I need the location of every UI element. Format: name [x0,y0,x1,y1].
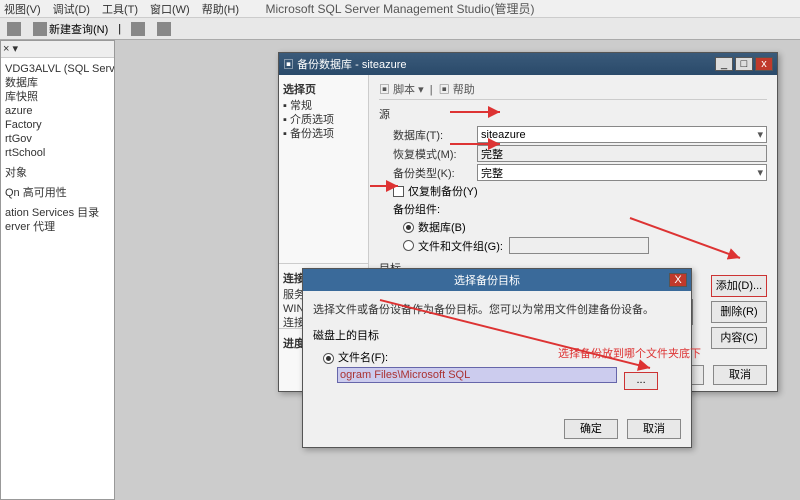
component-db-label: 数据库(B) [418,219,466,235]
tree-item[interactable]: 对象 [5,166,110,180]
file-radio[interactable] [323,353,334,364]
select-desc: 选择文件或备份设备作为备份目标。您可以为常用文件创建备份设备。 [313,301,681,317]
fg-field [509,237,649,254]
page-general[interactable]: ▪ 常规 [283,99,364,113]
tree-item[interactable]: erver 代理 [5,220,110,234]
newquery-icon [33,22,47,36]
recovery-label: 恢复模式(M): [393,146,477,162]
db-icon: ▣ [283,59,294,71]
tree-item[interactable]: 库快照 [5,90,110,104]
source-label: 源 [379,106,767,122]
ok-button[interactable]: 确定 [564,419,618,439]
toolbar-icon[interactable] [4,21,26,37]
tree-item[interactable]: rtGov [5,132,110,146]
copyonly-checkbox[interactable] [393,186,404,197]
menu-debug[interactable]: 调试(D) [53,1,90,17]
menu-help[interactable]: 帮助(H) [202,1,239,17]
backup-title: 备份数据库 - siteazure [297,59,406,71]
toolbar: 新建查询(N) | [0,18,800,40]
maximize-button[interactable]: □ [735,57,753,71]
help-button[interactable]: ▣ 帮助 [439,84,475,96]
server-node[interactable]: VDG3ALVL (SQL Server 12.0. [5,62,110,76]
tree-item[interactable]: azure [5,104,110,118]
recovery-field: 完整 [477,145,767,162]
component-fg-label: 文件和文件组(G): [418,238,503,254]
cancel-button[interactable]: 取消 [627,419,681,439]
minimize-button[interactable]: _ [715,57,733,71]
tree-item[interactable]: 数据库 [5,76,110,90]
type-label: 备份类型(K): [393,165,477,181]
toolbar-icon[interactable] [154,21,176,37]
database-combo[interactable]: siteazure [477,126,767,143]
save-icon [157,22,171,36]
menu-view[interactable]: 视图(V) [4,1,41,17]
toolbar-icon[interactable] [128,21,150,37]
file-label: 文件名(F): [338,352,388,364]
type-combo[interactable]: 完整 [477,164,767,181]
close-button[interactable]: x [755,57,773,71]
new-query-button[interactable]: 新建查询(N) [30,20,111,38]
component-label: 备份组件: [393,201,440,217]
component-fg-radio[interactable] [403,240,414,251]
select-titlebar[interactable]: 选择备份目标 X [303,269,691,291]
component-db-radio[interactable] [403,222,414,233]
tree-item[interactable]: Factory [5,118,110,132]
annotation-text: 选择备份放到哪个文件夹底下 [558,345,701,361]
page-media[interactable]: ▪ 介质选项 [283,113,364,127]
database-label: 数据库(T): [393,127,477,143]
db-icon [7,22,21,36]
object-explorer: × ▾ VDG3ALVL (SQL Server 12.0. 数据库 库快照 a… [0,40,115,500]
menubar: 视图(V) 调试(D) 工具(T) 窗口(W) 帮助(H) [0,0,800,18]
browse-button[interactable]: ... [624,372,658,390]
contents-button[interactable]: 内容(C) [711,327,767,349]
menu-tools[interactable]: 工具(T) [102,1,138,17]
remove-button[interactable]: 删除(R) [711,301,767,323]
file-path-input[interactable]: ogram Files\Microsoft SQL Server\MSSQL12… [337,367,617,383]
page-options[interactable]: ▪ 备份选项 [283,127,364,141]
close-button[interactable]: X [669,273,687,287]
newquery-label: 新建查询(N) [49,21,108,37]
open-icon [131,22,145,36]
explorer-header: × ▾ [1,41,114,58]
tree-item[interactable]: ation Services 目录 [5,206,110,220]
tree-item[interactable]: rtSchool [5,146,110,160]
script-bar: ▣ 脚本 ▾ | ▣ 帮助 [379,81,767,100]
copyonly-label: 仅复制备份(Y) [408,183,478,199]
backup-titlebar[interactable]: ▣ 备份数据库 - siteazure _ □ x [279,53,777,75]
tree-item[interactable]: Qn 高可用性 [5,186,110,200]
pages-header: 选择页 [283,83,364,97]
toolbar-sep: | [115,22,124,36]
add-button[interactable]: 添加(D)... [711,275,767,297]
menu-window[interactable]: 窗口(W) [150,1,190,17]
disk-dest-label: 磁盘上的目标 [313,327,681,343]
select-title: 选择备份目标 [307,272,667,288]
cancel-button[interactable]: 取消 [713,365,767,385]
script-button[interactable]: ▣ 脚本 ▾ [379,84,424,96]
